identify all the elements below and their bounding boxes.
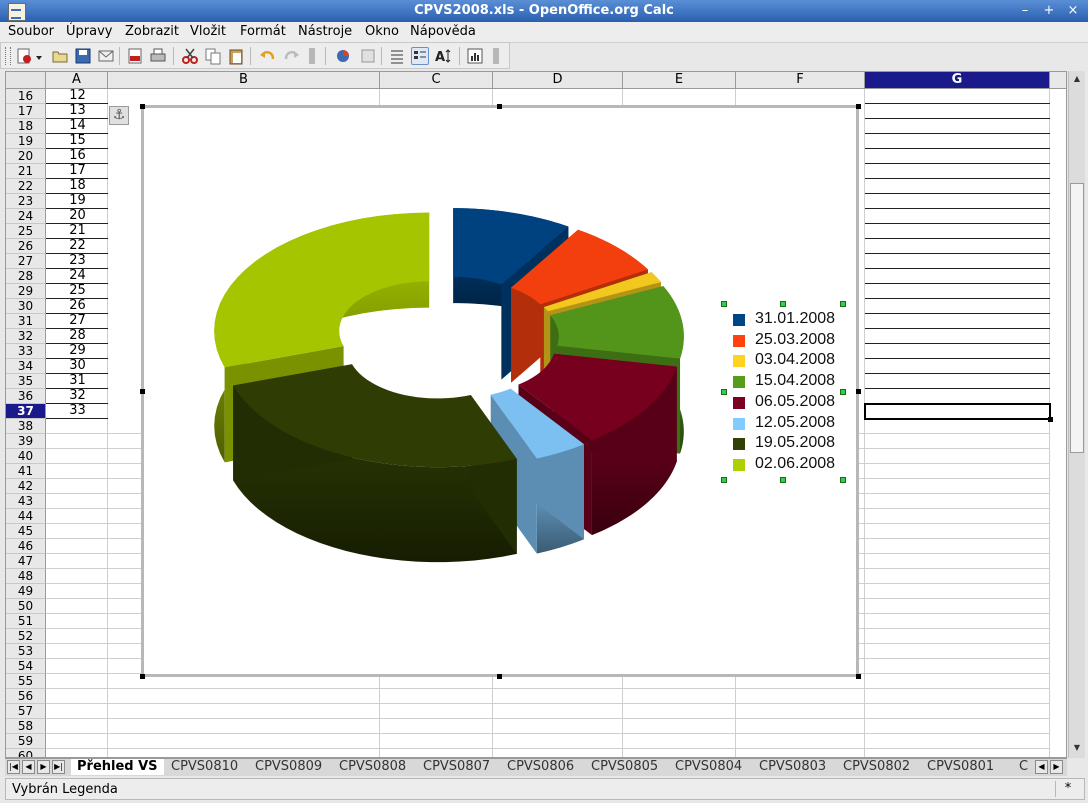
toolbar-separator (325, 47, 326, 65)
toolbar-separator (173, 47, 174, 65)
legend-toggle-icon[interactable] (411, 47, 429, 65)
legend-swatch (733, 417, 745, 430)
sheet-tab-cpvs0809[interactable]: CPVS0809 (249, 759, 328, 775)
spreadsheet-grid[interactable]: A B C D E F G 16 12 17 13 18 14 19 15 20 16 21 17 22… (5, 71, 1067, 758)
toolbar-separator (459, 47, 460, 65)
toolbar-grip[interactable] (5, 47, 11, 65)
paste-icon[interactable] (227, 47, 245, 65)
legend-label: 06.05.2008 (755, 392, 836, 410)
menu-upravy[interactable]: Úpravy (66, 24, 112, 39)
legend-handle[interactable] (840, 301, 846, 307)
toolbar-overflow[interactable] (309, 48, 315, 64)
last-sheet-icon[interactable]: ▶| (52, 760, 65, 774)
legend-handle[interactable] (840, 389, 846, 395)
status-text: Vybrán Legenda (12, 782, 118, 797)
window-title: CPVS2008.xls - OpenOffice.org Calc (414, 3, 674, 18)
copy-icon[interactable] (204, 47, 222, 65)
first-sheet-icon[interactable]: |◀ (7, 760, 20, 774)
sheet-tab-bar: |◀ ◀ ▶ ▶| Přehled VS CPVS0810 CPVS0809 CPVS… (5, 758, 1067, 776)
title-bar: CPVS2008.xls - OpenOffice.org Calc – + × (0, 0, 1088, 22)
menu-zobrazit[interactable]: Zobrazit (125, 24, 179, 39)
legend-handle[interactable] (780, 301, 786, 307)
menu-bar: Soubor Úpravy Zobrazit Vložit Formát Nás… (0, 22, 1088, 43)
toolbar-separator (381, 47, 382, 65)
selected-cell-g37[interactable] (864, 403, 1053, 422)
chart-legend[interactable]: 31.01.2008 25.03.2008 03.04.2008 15.04.2008… (731, 310, 851, 480)
next-sheet-icon[interactable]: ▶ (37, 760, 50, 774)
export-pdf-icon[interactable] (126, 47, 144, 65)
sheet-tab-cpvs0803[interactable]: CPVS0803 (753, 759, 832, 775)
legend-handle[interactable] (721, 301, 727, 307)
legend-handle[interactable] (721, 477, 727, 483)
sheet-tab-cpvs0801[interactable]: CPVS0801 (921, 759, 1000, 775)
legend-swatch (733, 438, 745, 451)
legend-label: 15.04.2008 (755, 372, 836, 390)
legend-swatch (733, 376, 745, 389)
chart-type-icon[interactable] (359, 47, 377, 65)
menu-format[interactable]: Formát (240, 24, 286, 39)
sheet-tab-cpvs0807[interactable]: CPVS0807 (417, 759, 496, 775)
status-bar: Vybrán Legenda * (5, 778, 1085, 800)
menu-soubor[interactable]: Soubor (8, 24, 54, 39)
legend-swatch (733, 334, 745, 347)
vertical-scrollbar[interactable]: ▲ ▼ (1068, 71, 1085, 758)
tab-scroll-left-icon[interactable]: ◀ (1035, 760, 1048, 774)
sheet-tab-c[interactable]: C (1013, 759, 1034, 775)
legend-swatch (733, 396, 745, 409)
close-icon[interactable]: × (1064, 3, 1082, 19)
cut-icon[interactable] (181, 47, 199, 65)
legend-swatch (733, 355, 745, 368)
legend-label: 03.04.2008 (755, 351, 836, 369)
new-dropdown-icon[interactable] (35, 48, 43, 64)
legend-label: 12.05.2008 (755, 413, 836, 431)
new-document-icon[interactable] (15, 47, 33, 65)
legend-swatch (733, 314, 745, 326)
sheet-tab-cpvs0810[interactable]: CPVS0810 (165, 759, 244, 775)
open-icon[interactable] (51, 47, 69, 65)
document-modified-indicator: * (1055, 781, 1080, 797)
redo-icon[interactable] (283, 47, 301, 65)
legend-handle[interactable] (840, 477, 846, 483)
save-icon[interactable] (74, 47, 92, 65)
menu-vlozit[interactable]: Vložit (190, 24, 226, 39)
donut-segment-6[interactable] (233, 364, 517, 563)
chart-data-table-icon[interactable] (335, 47, 353, 65)
scroll-up-icon[interactable]: ▲ (1070, 73, 1084, 85)
legend-label: 02.06.2008 (755, 454, 836, 472)
toolbar-separator (119, 47, 120, 65)
maximize-icon[interactable]: + (1040, 3, 1058, 19)
menu-napoveda[interactable]: Nápověda (410, 24, 476, 39)
legend-label: 31.01.2008 (755, 310, 836, 327)
undo-icon[interactable] (258, 47, 276, 65)
legend-handle[interactable] (721, 389, 727, 395)
sheet-tab-cpvs0805[interactable]: CPVS0805 (585, 759, 664, 775)
toolbar-separator (250, 47, 251, 65)
sheet-tab-cpvs0804[interactable]: CPVS0804 (669, 759, 748, 775)
legend-label: 25.03.2008 (755, 330, 836, 348)
prev-sheet-icon[interactable]: ◀ (22, 760, 35, 774)
toolbar-overflow[interactable] (493, 48, 499, 64)
menu-okno[interactable]: Okno (365, 24, 399, 39)
legend-swatch (733, 458, 745, 471)
scroll-down-icon[interactable]: ▼ (1070, 742, 1084, 754)
standard-toolbar: A (0, 42, 510, 69)
sheet-tab-cpvs0802[interactable]: CPVS0802 (837, 759, 916, 775)
legend-label: 19.05.2008 (755, 434, 836, 452)
legend-handle[interactable] (780, 477, 786, 483)
sheet-tab-cpvs0806[interactable]: CPVS0806 (501, 759, 580, 775)
menu-nastroje[interactable]: Nástroje (298, 24, 352, 39)
print-icon[interactable] (149, 47, 167, 65)
email-icon[interactable] (97, 47, 115, 65)
scroll-thumb[interactable] (1070, 183, 1084, 453)
svg-text:A: A (435, 50, 445, 65)
chart-autoformat-icon[interactable] (466, 47, 484, 65)
minimize-icon[interactable]: – (1016, 3, 1034, 19)
sheet-tab-p-ehled-vs[interactable]: Přehled VS (71, 759, 164, 775)
horizontal-grid-icon[interactable] (388, 47, 406, 65)
scale-text-icon[interactable]: A (434, 47, 452, 65)
tab-scroll-right-icon[interactable]: ▶ (1050, 760, 1063, 774)
sheet-tab-cpvs0808[interactable]: CPVS0808 (333, 759, 412, 775)
